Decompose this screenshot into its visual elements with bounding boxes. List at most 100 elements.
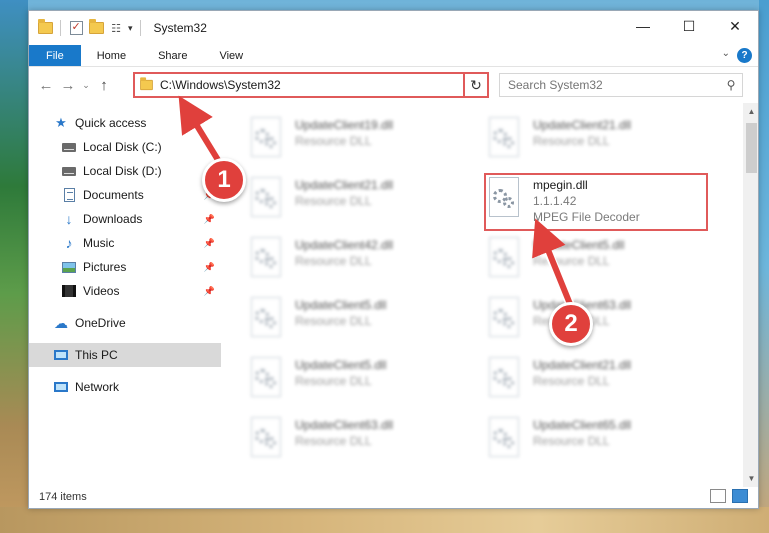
- file-tile[interactable]: UpdateClient19.dll Resource DLL: [249, 117, 469, 171]
- refresh-icon: ↻: [470, 76, 482, 93]
- nav-item-music[interactable]: ♪ Music 📌: [29, 231, 221, 255]
- file-tile[interactable]: UpdateClient42.dll Resource DLL: [249, 237, 469, 291]
- desktop-background-bottom: [0, 507, 769, 533]
- drive-icon: [61, 163, 77, 179]
- dll-file-icon: [487, 297, 521, 337]
- scroll-thumb[interactable]: [746, 123, 757, 173]
- cloud-icon: ☁: [54, 314, 68, 331]
- item-count: 174 items: [39, 490, 87, 503]
- vertical-scrollbar[interactable]: ▲ ▼: [743, 103, 758, 487]
- new-folder-icon[interactable]: [88, 19, 104, 36]
- folder-icon: [140, 77, 153, 91]
- nav-item-this-pc[interactable]: This PC: [29, 343, 221, 367]
- file-tile[interactable]: UpdateClient21.dll Resource DLL: [487, 357, 707, 411]
- search-box[interactable]: ⚲: [499, 73, 743, 97]
- recent-locations-chevron-icon[interactable]: ⌄: [79, 74, 93, 96]
- nav-item-onedrive[interactable]: ☁ OneDrive: [29, 311, 221, 335]
- dll-file-icon: [249, 177, 283, 217]
- large-icons-view-icon[interactable]: [732, 489, 748, 503]
- file-explorer-window: ☷ ▾ System32 — ☐ ✕ File Home Share View …: [28, 10, 759, 509]
- file-tile[interactable]: UpdateClient63.dllResource DLL: [487, 297, 707, 351]
- nav-item-local-disk-c[interactable]: Local Disk (C:): [29, 135, 221, 159]
- file-name: UpdateClient5.dll: [295, 298, 387, 312]
- file-tile[interactable]: UpdateClient5.dll Resource DLL: [249, 297, 469, 351]
- file-name: UpdateClient21.dll: [295, 178, 394, 192]
- file-tile[interactable]: UpdateClient21.dll Resource DLL: [487, 117, 707, 171]
- file-tile[interactable]: UpdateClient63.dllResource DLL: [249, 417, 469, 471]
- file-name: UpdateClient65.dll: [533, 418, 632, 432]
- file-tile[interactable]: UpdateClient65.dll Resource DLL: [487, 417, 707, 471]
- chevron-down-icon[interactable]: ▾: [128, 23, 133, 34]
- nav-item-quick-access[interactable]: ★ Quick access: [29, 111, 221, 135]
- nav-item-downloads[interactable]: ↓ Downloads 📌: [29, 207, 221, 231]
- back-arrow-icon[interactable]: ←: [35, 74, 57, 96]
- pictures-icon: [61, 259, 77, 275]
- file-name: UpdateClient19.dll: [295, 118, 394, 132]
- nav-item-label: Music: [83, 236, 115, 250]
- file-list: UpdateClient19.dll Resource DLL UpdateCli…: [221, 103, 758, 487]
- forward-arrow-icon[interactable]: →: [57, 74, 79, 96]
- nav-item-label: Local Disk (D:): [83, 164, 162, 178]
- quick-access-toolbar: ☷ ▾: [37, 19, 144, 36]
- desktop-background-right: [759, 0, 769, 533]
- tab-file[interactable]: File: [29, 45, 81, 66]
- dll-file-icon: [487, 417, 521, 457]
- file-tile[interactable]: UpdateClient5.dll Resource DLL: [487, 237, 707, 291]
- toolbar-separator: [139, 20, 141, 36]
- maximize-button[interactable]: ☐: [666, 11, 712, 41]
- file-description: Resource DLL: [295, 434, 372, 448]
- scroll-up-icon[interactable]: ▲: [743, 103, 758, 120]
- pin-icon[interactable]: 📌: [204, 238, 215, 249]
- navigation-pane: ★ Quick access Local Disk (C:) Local Dis…: [29, 103, 221, 487]
- nav-item-label: Local Disk (C:): [83, 140, 162, 154]
- file-description: Resource DLL: [533, 374, 610, 388]
- downloads-icon: ↓: [65, 211, 73, 227]
- nav-item-label: Downloads: [83, 212, 143, 226]
- window-controls: — ☐ ✕: [620, 11, 758, 41]
- pin-icon[interactable]: 📌: [204, 286, 215, 297]
- pin-icon[interactable]: 📌: [204, 214, 215, 225]
- mpegin-highlight-box: [484, 173, 708, 231]
- file-description: Resource DLL: [295, 254, 372, 268]
- search-input[interactable]: [508, 78, 720, 92]
- pin-icon[interactable]: 📌: [204, 262, 215, 273]
- music-icon: ♪: [65, 235, 73, 251]
- dll-file-icon: [249, 237, 283, 277]
- videos-icon: [61, 283, 77, 299]
- properties-icon[interactable]: [68, 20, 84, 36]
- file-tile[interactable]: UpdateClient21.dll Resource DLL: [249, 177, 469, 231]
- tab-view[interactable]: View: [203, 45, 259, 66]
- customize-toolbar-icon[interactable]: ☷: [108, 20, 124, 36]
- up-arrow-icon[interactable]: ↑: [93, 74, 115, 96]
- tab-home[interactable]: Home: [81, 45, 142, 66]
- dll-file-icon: [487, 117, 521, 157]
- dll-file-icon: [487, 357, 521, 397]
- tab-share[interactable]: Share: [142, 45, 203, 66]
- nav-item-network[interactable]: Network: [29, 375, 221, 399]
- search-icon[interactable]: ⚲: [720, 78, 742, 92]
- nav-item-documents[interactable]: Documents 📌: [29, 183, 221, 207]
- dll-file-icon: [249, 297, 283, 337]
- help-icon[interactable]: ?: [737, 48, 752, 63]
- address-bar[interactable]: C:\Windows\System32 ⌄: [133, 72, 485, 98]
- nav-item-label: Videos: [83, 284, 120, 298]
- file-description: Resource DLL: [533, 434, 610, 448]
- chevron-down-icon[interactable]: ⌄: [722, 48, 730, 59]
- ribbon-tabs: File Home Share View ⌄ ?: [29, 45, 758, 67]
- refresh-button[interactable]: ↻: [463, 72, 489, 98]
- file-description: Resource DLL: [295, 134, 372, 148]
- file-description: Resource DLL: [533, 134, 610, 148]
- file-tile[interactable]: UpdateClient5.dll Resource DLL: [249, 357, 469, 411]
- minimize-button[interactable]: —: [620, 11, 666, 41]
- nav-item-pictures[interactable]: Pictures 📌: [29, 255, 221, 279]
- nav-item-local-disk-d[interactable]: Local Disk (D:): [29, 159, 221, 183]
- address-path: C:\Windows\System32: [160, 78, 281, 92]
- nav-item-label: This PC: [75, 348, 118, 362]
- main-area: ★ Quick access Local Disk (C:) Local Dis…: [29, 103, 758, 487]
- network-icon: [53, 379, 69, 395]
- nav-item-videos[interactable]: Videos 📌: [29, 279, 221, 303]
- close-button[interactable]: ✕: [712, 11, 758, 41]
- details-view-icon[interactable]: [710, 489, 726, 503]
- documents-icon: [61, 187, 77, 203]
- callout-badge-1: 1: [202, 158, 246, 202]
